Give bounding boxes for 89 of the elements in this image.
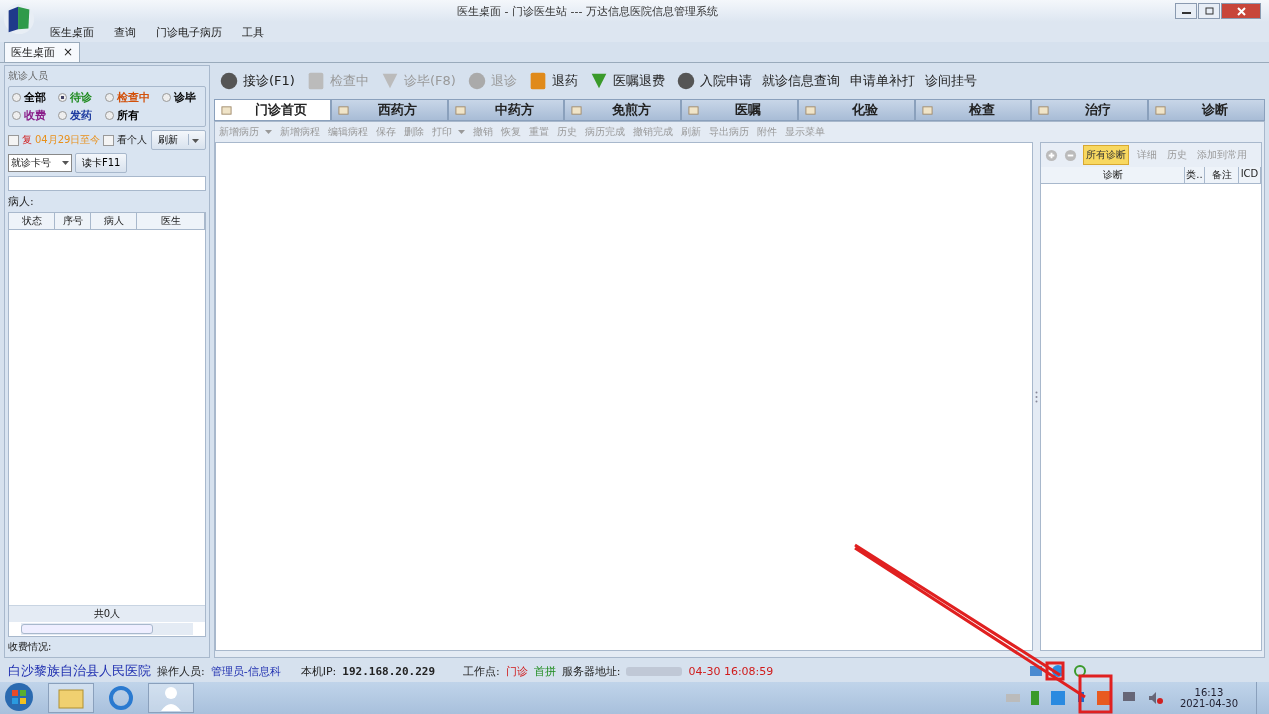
toolbar-button[interactable]: 入院申请	[670, 70, 756, 92]
column-header[interactable]: 序号	[55, 213, 91, 229]
read-card-button[interactable]: 读卡F11	[75, 153, 128, 173]
workstation-value: 门诊	[505, 663, 528, 679]
clock[interactable]: 16:13 2021-04-30	[1179, 687, 1238, 709]
taskbar-app-button[interactable]	[48, 683, 94, 713]
caret-icon	[62, 161, 69, 165]
muted-speaker-icon[interactable]	[1147, 691, 1164, 705]
status-radio[interactable]: 诊毕	[161, 90, 202, 105]
tab-icon	[1038, 104, 1050, 116]
toolbar-button[interactable]: 就诊信息查询	[757, 72, 844, 90]
status-radio[interactable]: 所有	[104, 108, 156, 123]
doctor-icon	[159, 685, 183, 711]
windows-logo-icon	[4, 681, 34, 712]
status-radio[interactable]: 待诊	[58, 90, 99, 105]
toolbar-button[interactable]: 申请单补打	[845, 72, 919, 90]
tab-icon	[454, 104, 466, 116]
menu-item[interactable]: 门诊电子病历	[146, 24, 232, 40]
input-method: 首拼	[533, 663, 556, 679]
module-tab[interactable]: 免煎方	[564, 99, 682, 121]
tab-icon	[221, 104, 232, 116]
menu-item[interactable]: 医生桌面	[40, 24, 104, 40]
fee-status-label: 收费情况:	[8, 640, 53, 654]
recheck-checkbox[interactable]	[8, 134, 19, 146]
module-tab[interactable]: 治疗	[1031, 99, 1149, 121]
horizontal-scrollbar[interactable]	[21, 623, 193, 635]
caret-icon	[265, 130, 272, 134]
caret-icon	[192, 139, 199, 143]
module-tab[interactable]: 诊断	[1148, 99, 1266, 121]
workstation-label: 工作点:	[463, 663, 500, 679]
tab-icon	[688, 104, 700, 116]
toolbar-button[interactable]: 接诊(F1)	[214, 70, 299, 92]
tab-icon	[1155, 104, 1167, 116]
caret-icon	[458, 130, 465, 134]
toolbar-button[interactable]: 诊间挂号	[920, 72, 981, 90]
splitter-grip-icon[interactable]	[1035, 390, 1038, 403]
patients-label: 病人:	[8, 194, 35, 209]
status-radio[interactable]: 发药	[58, 108, 99, 123]
document-tab[interactable]: 医生桌面 ×	[4, 42, 81, 62]
personal-label: 看个人	[117, 133, 148, 147]
operator-label: 操作人员:	[157, 663, 205, 679]
column-header[interactable]: 诊断	[1041, 167, 1185, 183]
recheck-label: 复	[22, 133, 32, 147]
restore-icon	[1204, 7, 1214, 15]
ip-address: 192.168.20.229	[342, 664, 435, 678]
login-timestamp: 04-30 16:08:59	[688, 664, 774, 678]
menu-item[interactable]: 查询	[104, 24, 146, 40]
status-radio[interactable]: 全部	[12, 90, 53, 105]
ip-label: 本机IP:	[300, 663, 337, 679]
hospital-name: 白沙黎族自治县人民医院	[8, 662, 151, 680]
tab-icon	[804, 104, 816, 116]
menu-item[interactable]: 工具	[232, 24, 274, 40]
module-tab[interactable]: 西药方	[330, 99, 448, 121]
status-radio[interactable]: 收费	[12, 108, 53, 123]
toolbar-icon	[218, 70, 240, 92]
close-button[interactable]	[1221, 3, 1261, 19]
panel-title: 就诊人员	[8, 69, 49, 83]
toolbar-button[interactable]: 医嘱退费	[583, 70, 669, 92]
card-number-field[interactable]	[8, 176, 206, 191]
toolbar-button[interactable]: 退药	[522, 70, 582, 92]
module-tab[interactable]: 门诊首页	[214, 99, 331, 121]
module-tab[interactable]: 化验	[797, 99, 915, 121]
column-header[interactable]: 病人	[91, 213, 137, 229]
taskbar-app-button[interactable]	[148, 683, 194, 713]
column-header[interactable]: 类..	[1185, 167, 1205, 183]
operator-name: 管理员-信息科	[210, 663, 281, 679]
add-icon[interactable]	[1045, 148, 1058, 162]
tab-icon	[921, 104, 933, 116]
card-type-dropdown[interactable]: 就诊卡号	[8, 154, 72, 172]
minimize-button[interactable]	[1175, 3, 1197, 19]
close-icon	[1236, 6, 1246, 16]
tab-icon	[337, 104, 349, 116]
remove-icon[interactable]	[1064, 148, 1077, 162]
module-tab[interactable]: 中药方	[447, 99, 565, 121]
column-header[interactable]: ICD	[1239, 167, 1261, 183]
column-header[interactable]: 备注	[1205, 167, 1239, 183]
window-title: 医生桌面 - 门诊医生站 --- 万达信息医院信息管理系统	[456, 3, 719, 19]
patient-count: 共0人	[93, 608, 121, 619]
blurred-address	[626, 666, 683, 676]
column-header[interactable]: 状态	[9, 213, 55, 229]
diagnosis-filter-button[interactable]: 所有诊断	[1083, 145, 1129, 165]
tab-icon	[571, 104, 583, 116]
module-tab[interactable]: 医嘱	[681, 99, 798, 121]
column-header[interactable]: 医生	[137, 213, 205, 229]
refresh-button[interactable]: 刷新	[151, 130, 206, 150]
date-range-text: 04月29日至今	[35, 133, 101, 147]
module-tab[interactable]: 检查	[914, 99, 1032, 121]
server-label: 服务器地址:	[561, 663, 621, 679]
personal-checkbox[interactable]	[103, 134, 115, 146]
